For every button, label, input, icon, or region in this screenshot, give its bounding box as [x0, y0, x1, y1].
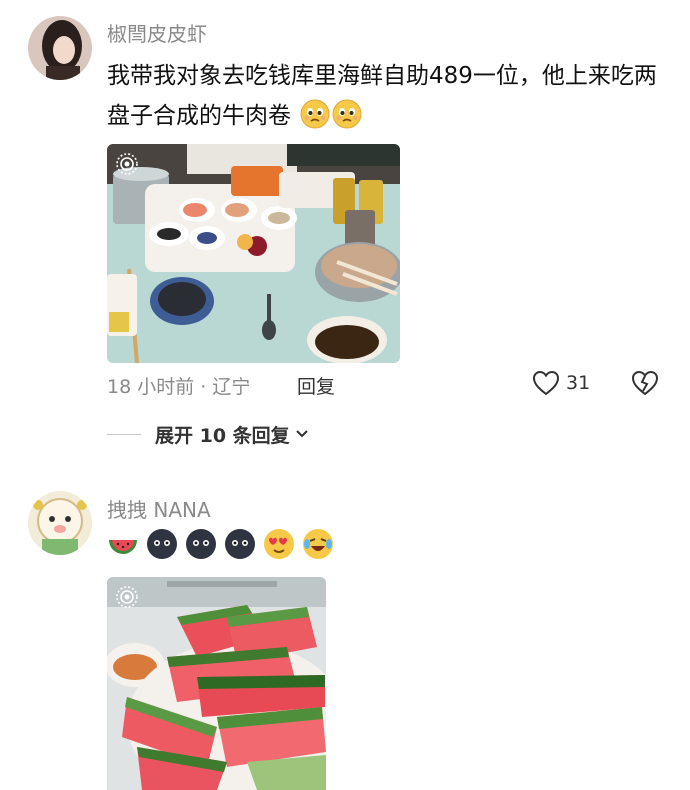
dark-face-emoji-icon: [224, 528, 256, 560]
comment-item: 拽拽 NANA: [0, 0, 690, 790]
heart-eyes-emoji-icon: [263, 528, 295, 560]
watermelon-plate-image: [107, 577, 326, 790]
laughing-crying-emoji-icon: [302, 528, 334, 560]
avatar[interactable]: [28, 491, 92, 555]
username[interactable]: 拽拽 NANA: [107, 494, 211, 523]
dark-face-emoji-icon: [146, 528, 178, 560]
reaction-emoji-row: [107, 528, 341, 560]
comment-photo[interactable]: [107, 577, 326, 790]
watermelon-emoji-icon: [107, 528, 139, 560]
live-photo-icon: [116, 586, 138, 608]
dark-face-emoji-icon: [185, 528, 217, 560]
